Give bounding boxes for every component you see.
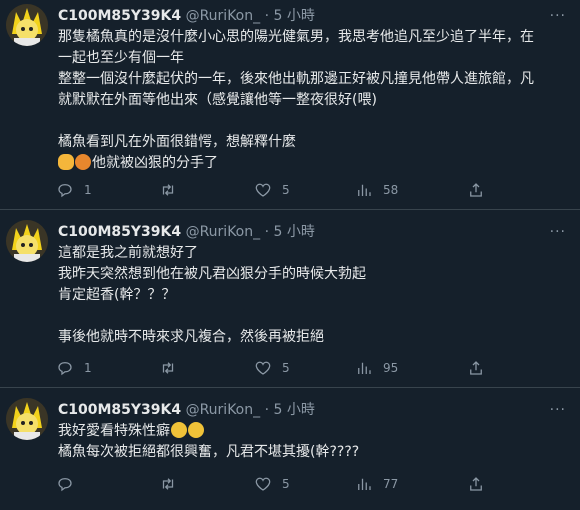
views-icon (358, 478, 371, 490)
reply-icon (58, 184, 72, 198)
views-button[interactable]: 95 (355, 358, 398, 378)
like-count: 5 (282, 183, 290, 197)
share-icon (470, 361, 482, 375)
tweet-line: 就默默在外面等他出來（感覺讓他等一整夜很好(喂) (58, 92, 377, 108)
action-bar: 1 5 95 (56, 358, 526, 378)
display-name[interactable]: C100M85Y39K4 (58, 402, 181, 418)
retweet-icon (162, 184, 174, 196)
view-count: 95 (383, 361, 399, 375)
user-handle[interactable]: @RuriKon_ (186, 402, 261, 418)
timestamp[interactable]: 5 小時 (273, 8, 314, 24)
separator: · (264, 402, 270, 418)
tweet[interactable]: C100M85Y39K4 @RuriKon_ · 5 小時 ··· 那隻橘魚真的… (0, 0, 580, 210)
more-icon[interactable]: ··· (550, 6, 566, 26)
view-count: 77 (383, 477, 399, 491)
reply-icon (58, 362, 72, 376)
tweet-line: 一起也至少有個一年 (58, 50, 184, 66)
tweet-header: C100M85Y39K4 @RuriKon_ · 5 小時 ··· (58, 6, 570, 26)
avatar[interactable] (6, 398, 48, 440)
share-icon (470, 477, 482, 491)
tweet-line: 我昨天突然想到他在被凡君凶狠分手的時候大勃起 (58, 266, 366, 282)
reply-count: 1 (84, 183, 92, 197)
tweet-header: C100M85Y39K4 @RuriKon_ · 5 小時 ··· (58, 222, 570, 242)
tweet-line: 這都是我之前就想好了 (58, 245, 198, 261)
views-button[interactable]: 77 (355, 474, 398, 494)
tweet-line: 肯定超香(幹？？？ (58, 287, 176, 303)
reply-count: 1 (84, 361, 92, 375)
retweet-icon (162, 362, 174, 374)
reply-button[interactable] (56, 474, 74, 494)
timestamp[interactable]: 5 小時 (273, 402, 314, 418)
action-bar: 5 77 (56, 474, 526, 494)
like-button[interactable]: 5 (254, 474, 290, 494)
view-count: 58 (383, 183, 399, 197)
heart-icon (255, 361, 271, 375)
timestamp[interactable]: 5 小時 (273, 224, 314, 240)
like-count: 5 (282, 361, 290, 375)
tweet-text: 我好愛看特殊性癖 橘魚每次被拒絕都很興奮，凡君不堪其擾(幹???? (58, 421, 566, 463)
views-icon (358, 362, 371, 374)
retweet-icon (162, 478, 174, 490)
tweet-line: 橘魚每次被拒絕都很興奮，凡君不堪其擾(幹???? (58, 444, 360, 460)
like-button[interactable]: 5 (254, 358, 290, 378)
tweet[interactable]: C100M85Y39K4 @RuriKon_ · 5 小時 ··· 我好愛看特殊… (0, 394, 580, 510)
display-name[interactable]: C100M85Y39K4 (58, 8, 181, 24)
user-handle[interactable]: @RuriKon_ (186, 224, 261, 240)
tweet-text: 那隻橘魚真的是沒什麼小心思的陽光健氣男，我思考他追凡至少追了半年，在 一起也至少… (58, 27, 566, 174)
separator: · (264, 8, 270, 24)
share-icon (470, 183, 482, 197)
tweet-text: 這都是我之前就想好了 我昨天突然想到他在被凡君凶狠分手的時候大勃起 肯定超香(幹… (58, 243, 566, 348)
action-bar: 1 5 58 (56, 180, 526, 200)
tweet-line: 整整一個沒什麼起伏的一年，後來他出軌那邊正好被凡撞見他帶人進旅館，凡 (58, 71, 534, 87)
reply-icon (58, 478, 72, 492)
angry-emoji (75, 154, 91, 170)
retweet-button[interactable] (159, 474, 177, 494)
share-button[interactable] (467, 358, 485, 378)
reply-button[interactable]: 1 (56, 358, 92, 378)
retweet-button[interactable] (159, 180, 177, 200)
tweet-line: 事後他就時不時來求凡複合，然後再被拒絕 (58, 329, 324, 345)
tweet-header: C100M85Y39K4 @RuriKon_ · 5 小時 ··· (58, 400, 570, 420)
heart-icon (255, 477, 271, 491)
separator: · (264, 224, 270, 240)
avatar[interactable] (6, 4, 48, 46)
like-button[interactable]: 5 (254, 180, 290, 200)
tweet-line: 橘魚看到凡在外面很錯愕，想解釋什麼 (58, 134, 296, 150)
views-button[interactable]: 58 (355, 180, 398, 200)
user-handle[interactable]: @RuriKon_ (186, 8, 261, 24)
woozy-emoji (188, 422, 204, 438)
share-button[interactable] (467, 474, 485, 494)
display-name[interactable]: C100M85Y39K4 (58, 224, 181, 240)
more-icon[interactable]: ··· (550, 222, 566, 242)
tweet-line-emoji: 我好愛看特殊性癖 (58, 421, 566, 442)
retweet-button[interactable] (159, 358, 177, 378)
share-button[interactable] (467, 180, 485, 200)
more-icon[interactable]: ··· (550, 400, 566, 420)
tweet-line-emoji: 他就被凶狠的分手了 (58, 153, 566, 174)
views-icon (358, 184, 371, 196)
punch-emoji (58, 154, 74, 170)
heart-icon (255, 183, 271, 197)
like-count: 5 (282, 477, 290, 491)
woozy-emoji (171, 422, 187, 438)
avatar[interactable] (6, 220, 48, 262)
tweet[interactable]: C100M85Y39K4 @RuriKon_ · 5 小時 ··· 這都是我之前… (0, 216, 580, 388)
reply-button[interactable]: 1 (56, 180, 92, 200)
tweet-line: 那隻橘魚真的是沒什麼小心思的陽光健氣男，我思考他追凡至少追了半年，在 (58, 29, 534, 45)
